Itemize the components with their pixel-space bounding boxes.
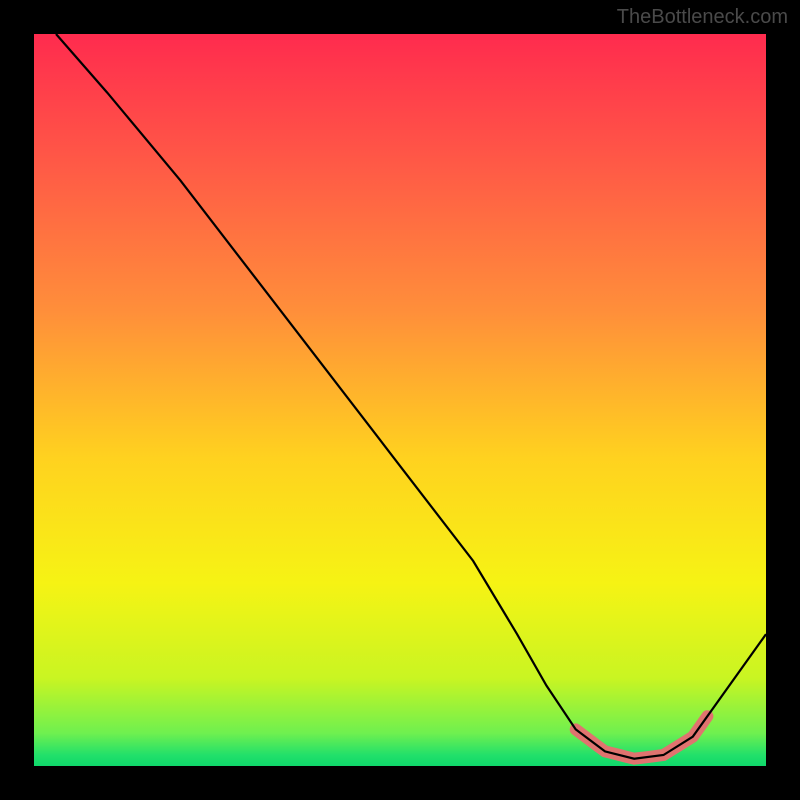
watermark-text: TheBottleneck.com <box>617 6 788 29</box>
plot-area <box>34 34 766 766</box>
chart-svg <box>0 0 800 800</box>
chart-container: { "watermark": "TheBottleneck.com", "plo… <box>0 0 800 800</box>
